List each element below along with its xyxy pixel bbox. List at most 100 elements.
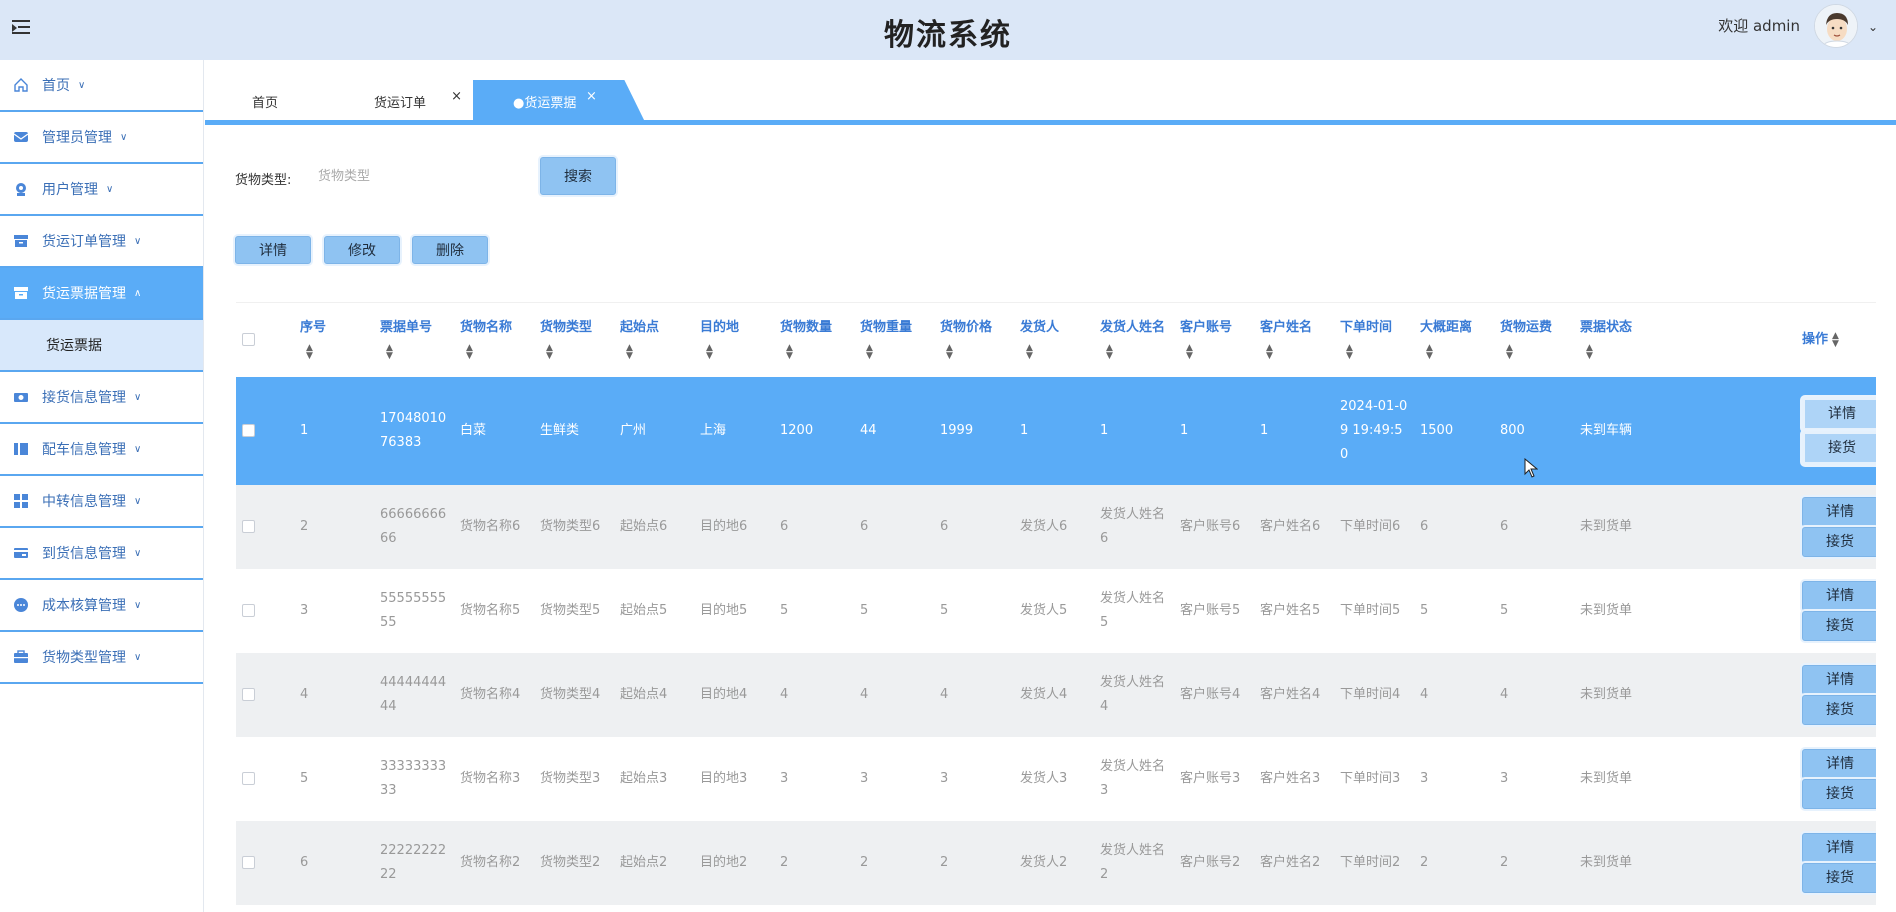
sidebar-item-vehicle[interactable]: 配车信息管理 ∨ <box>0 424 203 476</box>
tab-home[interactable]: 首页 <box>205 80 325 122</box>
row-checkbox[interactable] <box>242 604 255 617</box>
cargo-type-search-input[interactable] <box>318 160 518 192</box>
table-cell: 客户姓名4 <box>1254 653 1334 737</box>
sort-icon[interactable]: ▲ ▼ <box>466 343 473 360</box>
sort-icon[interactable]: ▲ ▼ <box>1506 343 1513 360</box>
column-header[interactable]: 目的地 ▲ ▼ <box>694 303 774 377</box>
chevron-down-icon[interactable]: ⌄ <box>1868 20 1878 34</box>
sort-icon[interactable]: ▲ ▼ <box>1026 343 1033 360</box>
row-detail-button[interactable]: 详情 <box>1802 581 1876 611</box>
column-header-label: 货物重量 <box>860 320 913 335</box>
column-header[interactable]: 货物运费 ▲ ▼ <box>1494 303 1574 377</box>
column-header[interactable]: 发货人姓名 ▲ ▼ <box>1094 303 1174 377</box>
table-cell: 3 <box>1494 737 1574 821</box>
column-header[interactable]: 起始点 ▲ ▼ <box>614 303 694 377</box>
tab-freight-orders[interactable]: 货运订单 × <box>330 80 470 122</box>
sidebar-item-home[interactable]: 首页 ∨ <box>0 60 203 112</box>
row-receive-button[interactable]: 接货 <box>1802 527 1876 557</box>
sidebar-item-transfer[interactable]: 中转信息管理 ∨ <box>0 476 203 528</box>
sort-icon[interactable]: ▲ ▼ <box>1266 343 1273 360</box>
tab-freight-tickets[interactable]: ●货运票据 × <box>473 80 645 122</box>
sort-icon[interactable]: ▲ ▼ <box>626 343 633 360</box>
column-header[interactable]: 下单时间 ▲ ▼ <box>1334 303 1414 377</box>
table-row[interactable]: 4 4444444444 货物名称4 货物类型4 起始点4 目的地4 4 4 4 发货人4 发货人姓… <box>236 653 1876 737</box>
column-header[interactable]: 货物数量 ▲ ▼ <box>774 303 854 377</box>
row-checkbox[interactable] <box>242 520 255 533</box>
sort-icon[interactable]: ▲ ▼ <box>1426 343 1433 360</box>
row-detail-button[interactable]: 详情 <box>1802 665 1876 695</box>
sort-icon[interactable]: ▲ ▼ <box>1106 343 1113 360</box>
row-detail-button[interactable]: 详情 <box>1802 749 1876 779</box>
table-cell: 6666666666 <box>374 485 454 569</box>
table-row[interactable]: 5 3333333333 货物名称3 货物类型3 起始点3 目的地3 3 3 3 发货人3 发货人姓… <box>236 737 1876 821</box>
row-detail-button[interactable]: 详情 <box>1802 833 1876 863</box>
sort-icon[interactable]: ▲ ▼ <box>946 343 953 360</box>
column-header[interactable]: 货物名称 ▲ ▼ <box>454 303 534 377</box>
row-detail-button[interactable]: 详情 <box>1802 397 1876 431</box>
sort-icon[interactable]: ▲ ▼ <box>866 343 873 360</box>
column-header[interactable]: 操作 ▲ ▼ <box>1796 303 1876 377</box>
sort-icon[interactable]: ▲ ▼ <box>1186 343 1193 360</box>
sort-icon[interactable]: ▲ ▼ <box>546 343 553 360</box>
table-cell: 发货人姓名5 <box>1094 569 1174 653</box>
row-receive-button[interactable]: 接货 <box>1802 431 1876 465</box>
row-receive-button[interactable]: 接货 <box>1802 863 1876 893</box>
close-icon[interactable]: × <box>451 89 462 104</box>
column-header[interactable]: 序号 ▲ ▼ <box>294 303 374 377</box>
sidebar-item-cost[interactable]: 成本核算管理 ∨ <box>0 580 203 632</box>
column-header[interactable]: 货物类型 ▲ ▼ <box>534 303 614 377</box>
detail-button[interactable]: 详情 <box>235 236 311 264</box>
column-header[interactable]: 客户姓名 ▲ ▼ <box>1254 303 1334 377</box>
column-header[interactable]: 票据状态 ▲ ▼ <box>1574 303 1796 377</box>
sort-icon[interactable]: ▲ ▼ <box>306 343 313 360</box>
sort-icon[interactable]: ▲ ▼ <box>786 343 793 360</box>
search-button[interactable]: 搜索 <box>540 157 616 195</box>
table-cell: 白菜 <box>454 377 534 485</box>
table-row[interactable]: 2 6666666666 货物名称6 货物类型6 起始点6 目的地6 6 6 6 发货人6 发货人姓… <box>236 485 1876 569</box>
table-cell: 4 <box>934 653 1014 737</box>
row-checkbox[interactable] <box>242 772 255 785</box>
sort-icon[interactable]: ▲ ▼ <box>1346 343 1353 360</box>
table-cell: 下单时间4 <box>1334 653 1414 737</box>
table-row[interactable]: 1 1704801076383 白菜 生鲜类 广州 上海 1200 44 1999 1 1 1 1 202… <box>236 377 1876 485</box>
column-header[interactable]: 货物重量 ▲ ▼ <box>854 303 934 377</box>
table-cell: 货物类型4 <box>534 653 614 737</box>
sidebar-item-tickets[interactable]: 货运票据管理 ∧ <box>0 268 203 320</box>
sort-icon[interactable]: ▲ ▼ <box>706 343 713 360</box>
home-icon <box>12 76 30 94</box>
sidebar-item-receive[interactable]: 接货信息管理 ∨ <box>0 372 203 424</box>
column-header[interactable]: 大概距离 ▲ ▼ <box>1414 303 1494 377</box>
row-receive-button[interactable]: 接货 <box>1802 695 1876 725</box>
delete-button[interactable]: 删除 <box>412 236 488 264</box>
table-row[interactable]: 3 5555555555 货物名称5 货物类型5 起始点5 目的地5 5 5 5 发货人5 发货人姓… <box>236 569 1876 653</box>
row-checkbox[interactable] <box>242 424 255 437</box>
sidebar-item-users[interactable]: 用户管理 ∨ <box>0 164 203 216</box>
sort-icon[interactable]: ▲ ▼ <box>386 343 393 360</box>
cargo-type-icon <box>12 648 30 666</box>
sidebar-item-arrival[interactable]: 到货信息管理 ∨ <box>0 528 203 580</box>
table-row[interactable]: 6 2222222222 货物名称2 货物类型2 起始点2 目的地2 2 2 2 发货人2 发货人姓… <box>236 821 1876 905</box>
column-header[interactable]: 票据单号 ▲ ▼ <box>374 303 454 377</box>
close-icon[interactable]: × <box>586 89 597 104</box>
row-receive-button[interactable]: 接货 <box>1802 779 1876 809</box>
sort-icon[interactable]: ▲ ▼ <box>1586 343 1593 360</box>
row-receive-button[interactable]: 接货 <box>1802 611 1876 641</box>
sort-icon[interactable]: ▲ ▼ <box>1832 331 1839 348</box>
row-detail-button[interactable]: 详情 <box>1802 497 1876 527</box>
tab-label: 货运订单 <box>373 95 426 111</box>
sidebar-item-admin[interactable]: 管理员管理 ∨ <box>0 112 203 164</box>
edit-button[interactable]: 修改 <box>324 236 400 264</box>
row-checkbox[interactable] <box>242 688 255 701</box>
column-header[interactable]: 客户账号 ▲ ▼ <box>1174 303 1254 377</box>
sidebar-item-orders[interactable]: 货运订单管理 ∨ <box>0 216 203 268</box>
tab-label: 首页 <box>251 95 278 111</box>
table-cell: 货物类型2 <box>534 821 614 905</box>
column-header[interactable]: 发货人 ▲ ▼ <box>1014 303 1094 377</box>
row-actions-cell: 详情接货 <box>1796 653 1876 737</box>
avatar[interactable] <box>1814 4 1858 48</box>
row-checkbox[interactable] <box>242 856 255 869</box>
sidebar-subitem-tickets[interactable]: 货运票据 <box>0 320 203 372</box>
column-header[interactable]: 货物价格 ▲ ▼ <box>934 303 1014 377</box>
select-all-checkbox[interactable] <box>242 333 255 346</box>
sidebar-item-cargo-type[interactable]: 货物类型管理 ∨ <box>0 632 203 684</box>
